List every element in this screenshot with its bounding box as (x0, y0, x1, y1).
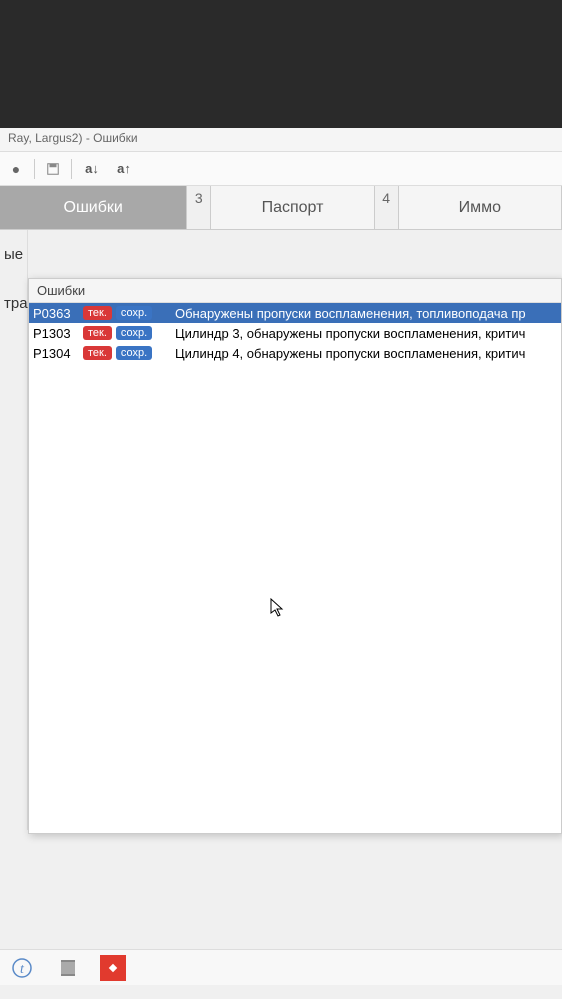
tab-number: 3 (187, 186, 211, 229)
side-text-2: тра (0, 279, 27, 328)
window-title: Ray, Largus2) - Ошибки (8, 131, 138, 145)
error-badges: тек. сохр. (83, 306, 169, 320)
svg-text:t: t (20, 962, 25, 977)
badge-current: тек. (83, 306, 112, 320)
tab-label: Ошибки (0, 199, 186, 217)
errors-list: P0363 тек. сохр. Обнаружены пропуски вос… (29, 303, 561, 833)
film-strip-icon[interactable] (54, 954, 82, 982)
error-description: Обнаружены пропуски воспламенения, топли… (169, 306, 561, 321)
diamond-icon[interactable] (100, 955, 126, 981)
window-title-bar: Ray, Largus2) - Ошибки (0, 128, 562, 152)
error-code: P1304 (29, 346, 83, 361)
badge-current: тек. (83, 326, 112, 340)
text-increase-button[interactable]: a↑ (110, 157, 138, 181)
side-text-1: ые (0, 230, 27, 279)
toolbar: ● a↓ a↑ (0, 152, 562, 186)
tab-label: Паспорт (211, 199, 373, 217)
tab-label: Иммо (399, 199, 561, 217)
error-code: P1303 (29, 326, 83, 341)
toolbar-separator (71, 159, 72, 179)
error-row[interactable]: P1303 тек. сохр. Цилиндр 3, обнаружены п… (29, 323, 561, 343)
save-button[interactable] (41, 157, 65, 181)
error-code: P0363 (29, 306, 83, 321)
text-decrease-button[interactable]: a↓ (78, 157, 106, 181)
badge-current: тек. (83, 346, 112, 360)
info-icon[interactable]: t (8, 954, 36, 982)
badge-stored: сохр. (116, 346, 152, 360)
bottom-bar: t (0, 949, 562, 985)
errors-window: Ошибки P0363 тек. сохр. Обнаружены пропу… (28, 278, 562, 834)
error-description: Цилиндр 4, обнаружены пропуски воспламен… (169, 346, 561, 361)
side-column: ые тра (0, 230, 28, 830)
tab-number: 4 (375, 186, 399, 229)
tab-errors[interactable]: Ошибки (0, 186, 187, 229)
tab-passport[interactable]: 3 Паспорт (187, 186, 374, 229)
errors-panel-title: Ошибки (29, 279, 561, 303)
error-description: Цилиндр 3, обнаружены пропуски воспламен… (169, 326, 561, 341)
badge-stored: сохр. (116, 326, 152, 340)
toolbar-separator (34, 159, 35, 179)
error-row[interactable]: P1304 тек. сохр. Цилиндр 4, обнаружены п… (29, 343, 561, 363)
tabs-container: Ошибки 3 Паспорт 4 Иммо (0, 186, 562, 230)
badge-stored: сохр. (116, 306, 152, 320)
record-button[interactable]: ● (4, 157, 28, 181)
error-badges: тек. сохр. (83, 346, 169, 360)
error-row[interactable]: P0363 тек. сохр. Обнаружены пропуски вос… (29, 303, 561, 323)
tab-immo[interactable]: 4 Иммо (375, 186, 562, 229)
error-badges: тек. сохр. (83, 326, 169, 340)
